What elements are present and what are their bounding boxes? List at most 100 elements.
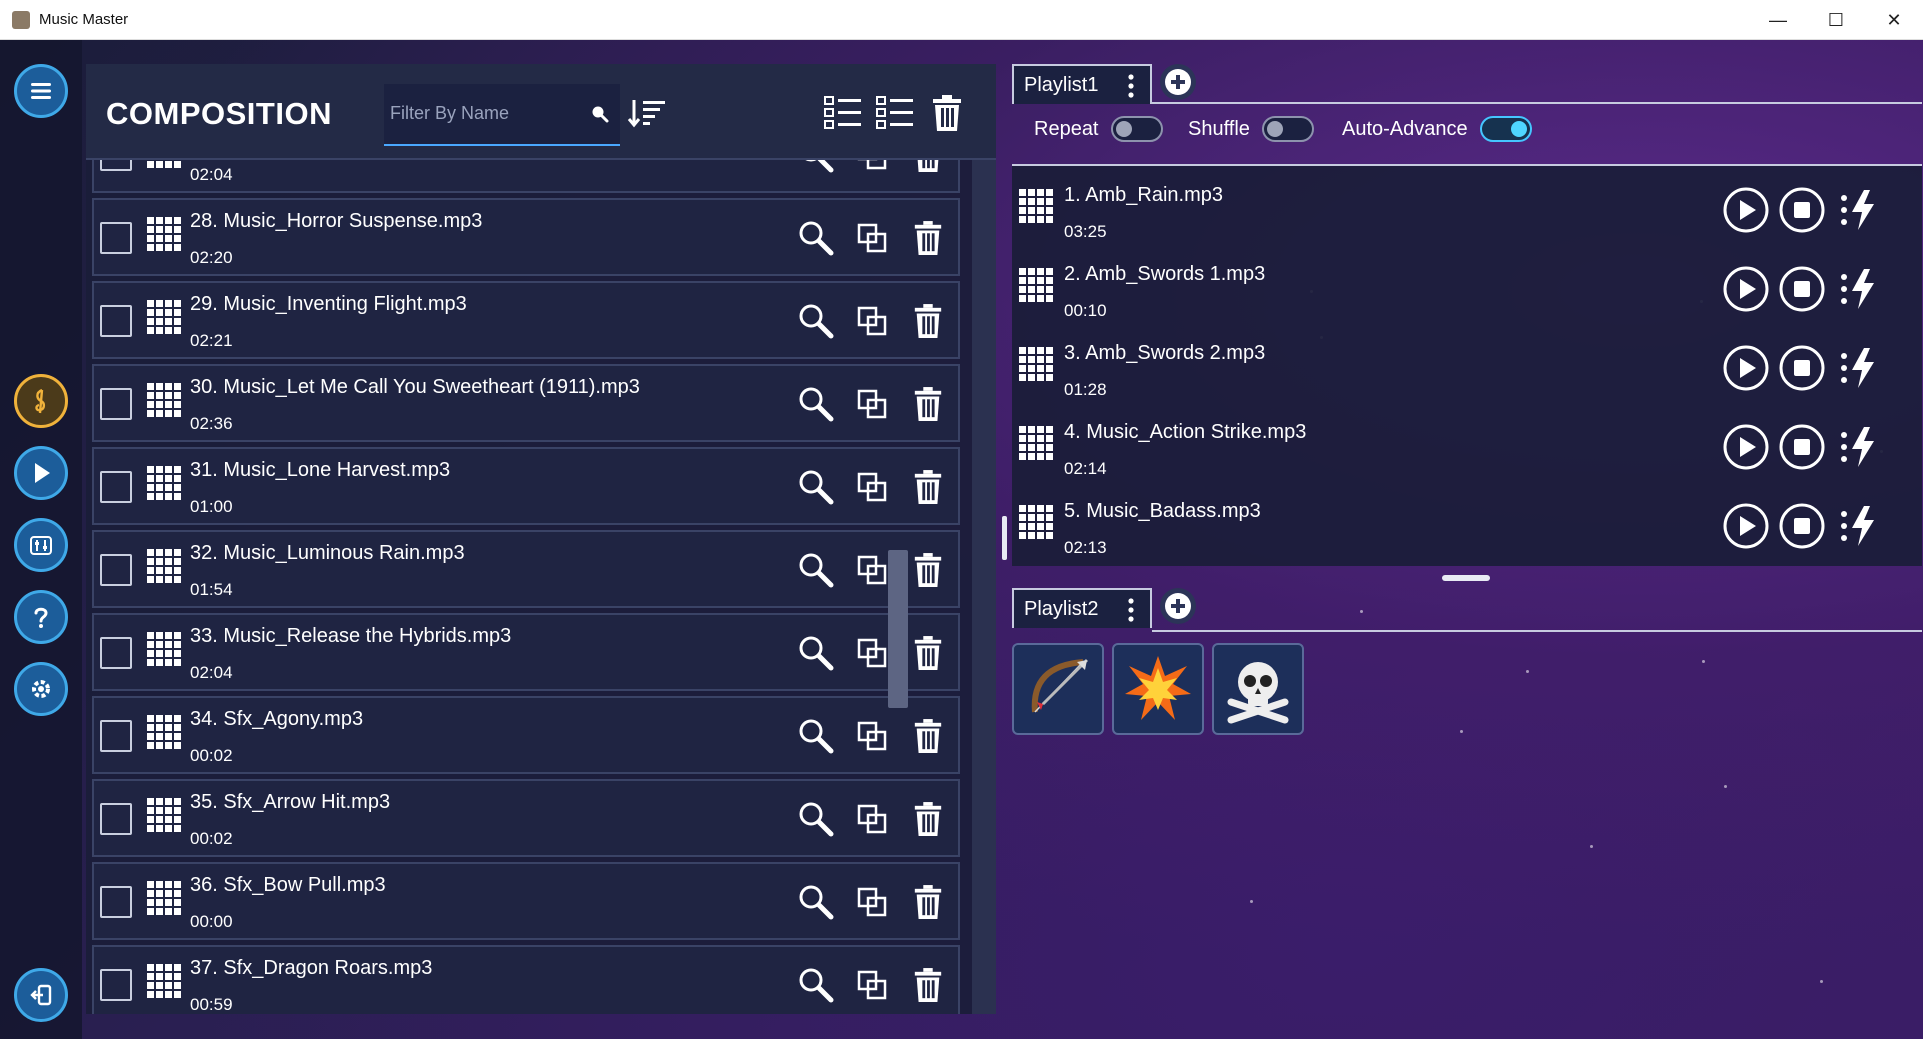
preview-button[interactable] — [794, 880, 838, 924]
delete-button[interactable] — [906, 160, 950, 177]
add-playlist-button[interactable] — [1160, 588, 1196, 624]
list-item[interactable]: 2. Amb_Swords 1.mp3 00:10 — [1012, 249, 1922, 328]
repeat-toggle[interactable]: Repeat — [1034, 116, 1163, 142]
row-grip[interactable] — [146, 714, 182, 755]
duplicate-button[interactable] — [850, 216, 894, 260]
sfx-tile-skull[interactable] — [1212, 643, 1304, 735]
preview-button[interactable] — [794, 631, 838, 675]
quick-play-button[interactable] — [1834, 423, 1882, 471]
drag-grip-icon[interactable] — [1018, 188, 1054, 224]
scrollbar-thumb[interactable] — [888, 550, 908, 708]
play-button[interactable] — [1722, 423, 1770, 471]
stop-button[interactable] — [1778, 423, 1826, 471]
kebab-menu-icon[interactable] — [1128, 74, 1134, 98]
duplicate-button[interactable] — [850, 382, 894, 426]
table-row[interactable]: 32. Music_Luminous Rain.mp3 01:54 — [92, 530, 960, 608]
duplicate-button[interactable] — [850, 299, 894, 343]
delete-button[interactable] — [906, 382, 950, 426]
row-grip[interactable] — [146, 299, 182, 340]
row-grip[interactable] — [146, 216, 182, 257]
row-checkbox[interactable] — [100, 222, 132, 254]
kebab-menu-icon[interactable] — [1128, 598, 1134, 622]
duplicate-button[interactable] — [850, 963, 894, 1007]
composition-button[interactable] — [14, 374, 68, 428]
delete-button[interactable] — [906, 216, 950, 260]
quick-play-button[interactable] — [1834, 344, 1882, 392]
exit-button[interactable] — [14, 968, 68, 1022]
drag-grip-icon[interactable] — [146, 631, 182, 667]
preview-button[interactable] — [794, 160, 838, 177]
row-checkbox[interactable] — [100, 388, 132, 420]
row-checkbox[interactable] — [100, 305, 132, 337]
list-item[interactable]: 3. Amb_Swords 2.mp3 01:28 — [1012, 328, 1922, 407]
play-button[interactable] — [1722, 502, 1770, 550]
duplicate-button[interactable] — [850, 160, 894, 177]
drag-grip-icon[interactable] — [1018, 504, 1054, 540]
menu-button[interactable] — [14, 64, 68, 118]
sfx-tile-explosion[interactable] — [1112, 643, 1204, 735]
row-grip[interactable] — [146, 548, 182, 589]
select-all-button[interactable] — [822, 92, 864, 134]
row-grip[interactable] — [146, 160, 182, 174]
scrollbar-track[interactable] — [972, 160, 996, 1014]
drag-grip-icon[interactable] — [146, 963, 182, 999]
row-checkbox[interactable] — [100, 803, 132, 835]
play-button[interactable] — [1722, 344, 1770, 392]
preview-button[interactable] — [794, 465, 838, 509]
table-row[interactable]: 31. Music_Lone Harvest.mp3 01:00 — [92, 447, 960, 525]
delete-button[interactable] — [906, 465, 950, 509]
row-grip[interactable] — [146, 631, 182, 672]
stop-button[interactable] — [1778, 344, 1826, 392]
row-checkbox[interactable] — [100, 886, 132, 918]
delete-button[interactable] — [906, 548, 950, 592]
play-view-button[interactable] — [14, 446, 68, 500]
quick-play-button[interactable] — [1834, 265, 1882, 313]
preview-button[interactable] — [794, 963, 838, 1007]
delete-button[interactable] — [906, 963, 950, 1007]
quick-play-button[interactable] — [1834, 186, 1882, 234]
row-checkbox[interactable] — [100, 160, 132, 171]
delete-button[interactable] — [906, 797, 950, 841]
duplicate-button[interactable] — [850, 714, 894, 758]
drag-grip-icon[interactable] — [146, 548, 182, 584]
row-grip[interactable] — [146, 465, 182, 506]
list-item[interactable]: 4. Music_Action Strike.mp3 02:14 — [1012, 407, 1922, 486]
quick-play-button[interactable] — [1834, 502, 1882, 550]
list-item[interactable]: 5. Music_Badass.mp3 02:13 — [1012, 486, 1922, 565]
item-grip[interactable] — [1018, 425, 1054, 466]
row-checkbox[interactable] — [100, 471, 132, 503]
delete-button[interactable] — [906, 299, 950, 343]
table-row[interactable]: 37. Sfx_Dragon Roars.mp3 00:59 — [92, 945, 960, 1014]
drag-grip-icon[interactable] — [146, 299, 182, 335]
delete-button[interactable] — [906, 631, 950, 675]
row-grip[interactable] — [146, 963, 182, 1004]
help-button[interactable] — [14, 590, 68, 644]
drag-grip-icon[interactable] — [146, 714, 182, 750]
drag-grip-icon[interactable] — [146, 797, 182, 833]
table-row[interactable]: 34. Sfx_Agony.mp3 00:02 — [92, 696, 960, 774]
settings-button[interactable] — [14, 662, 68, 716]
duplicate-button[interactable] — [850, 797, 894, 841]
preview-button[interactable] — [794, 216, 838, 260]
item-grip[interactable] — [1018, 504, 1054, 545]
duplicate-button[interactable] — [850, 880, 894, 924]
row-checkbox[interactable] — [100, 554, 132, 586]
row-grip[interactable] — [146, 382, 182, 423]
row-grip[interactable] — [146, 797, 182, 838]
drag-grip-icon[interactable] — [146, 160, 182, 169]
duplicate-button[interactable] — [850, 465, 894, 509]
row-grip[interactable] — [146, 880, 182, 921]
table-row[interactable]: 02:04 — [92, 160, 960, 193]
tab-playlist1[interactable]: Playlist1 — [1012, 64, 1152, 104]
table-row[interactable]: 33. Music_Release the Hybrids.mp3 02:04 — [92, 613, 960, 691]
toggle-switch[interactable] — [1261, 116, 1314, 142]
table-row[interactable]: 29. Music_Inventing Flight.mp3 02:21 — [92, 281, 960, 359]
filter-input[interactable] — [384, 84, 584, 142]
close-button[interactable]: ✕ — [1865, 0, 1923, 40]
item-grip[interactable] — [1018, 267, 1054, 308]
maximize-button[interactable]: ☐ — [1807, 0, 1865, 40]
delete-button[interactable] — [906, 714, 950, 758]
toggle-switch[interactable] — [1110, 116, 1163, 142]
auto-advance-toggle[interactable]: Auto-Advance — [1342, 116, 1532, 142]
preview-button[interactable] — [794, 382, 838, 426]
